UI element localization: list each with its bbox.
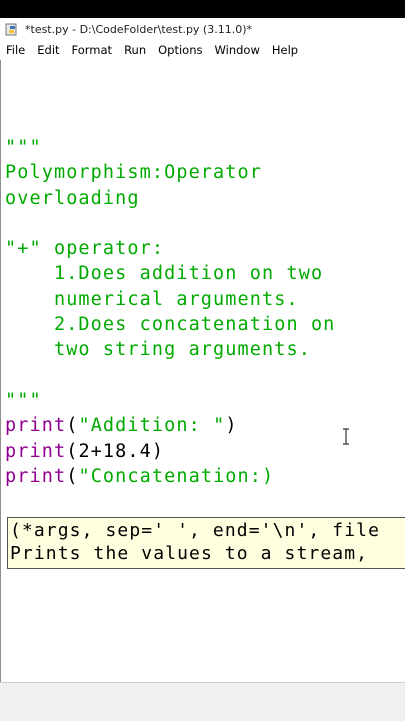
docstring-line: 2.Does concatenation on (5, 314, 336, 336)
status-bar (0, 682, 405, 721)
print-builtin: print (5, 440, 67, 462)
print-args: (2+18.4) (66, 440, 165, 462)
title-bar: *test.py - D:\CodeFolder\test.py (3.11.0… (0, 18, 405, 40)
print-builtin: print (5, 415, 67, 437)
string-literal: "Addition: " (78, 415, 226, 437)
python-idle-icon (5, 23, 17, 36)
calltip-signature: (*args, sep=' ', end='\n', file (10, 520, 381, 541)
docstring-line: 1.Does addition on two (5, 263, 324, 285)
top-edge (0, 0, 405, 18)
menu-file[interactable]: File (0, 43, 31, 57)
code-text: """ Polymorphism:Operator overloading "+… (5, 137, 336, 487)
menu-format[interactable]: Format (66, 43, 119, 57)
menu-help[interactable]: Help (266, 43, 304, 57)
docstring-line: Polymorphism:Operator (5, 162, 262, 184)
docstring-line: two string arguments. (5, 339, 311, 361)
calltip-doc: Prints the values to a stream, (10, 543, 381, 564)
string-literal: "Concatenation:) (78, 465, 275, 487)
menu-options[interactable]: Options (152, 43, 208, 57)
calltip-popup: (*args, sep=' ', end='\n', file Prints t… (7, 517, 405, 569)
docstring-line: overloading (5, 187, 140, 209)
docstring-line: """ (5, 389, 42, 411)
menu-run[interactable]: Run (118, 43, 152, 57)
menu-window[interactable]: Window (209, 43, 266, 57)
window-title: *test.py - D:\CodeFolder\test.py (3.11.0… (25, 22, 252, 36)
text-cursor-icon (343, 428, 349, 445)
print-builtin: print (5, 465, 67, 487)
menu-edit[interactable]: Edit (31, 43, 65, 57)
menu-bar: File Edit Format Run Options Window Help (0, 40, 405, 60)
docstring-line: """ (5, 137, 42, 158)
docstring-line: "+" operator: (5, 238, 165, 260)
docstring-line: numerical arguments. (5, 288, 299, 310)
